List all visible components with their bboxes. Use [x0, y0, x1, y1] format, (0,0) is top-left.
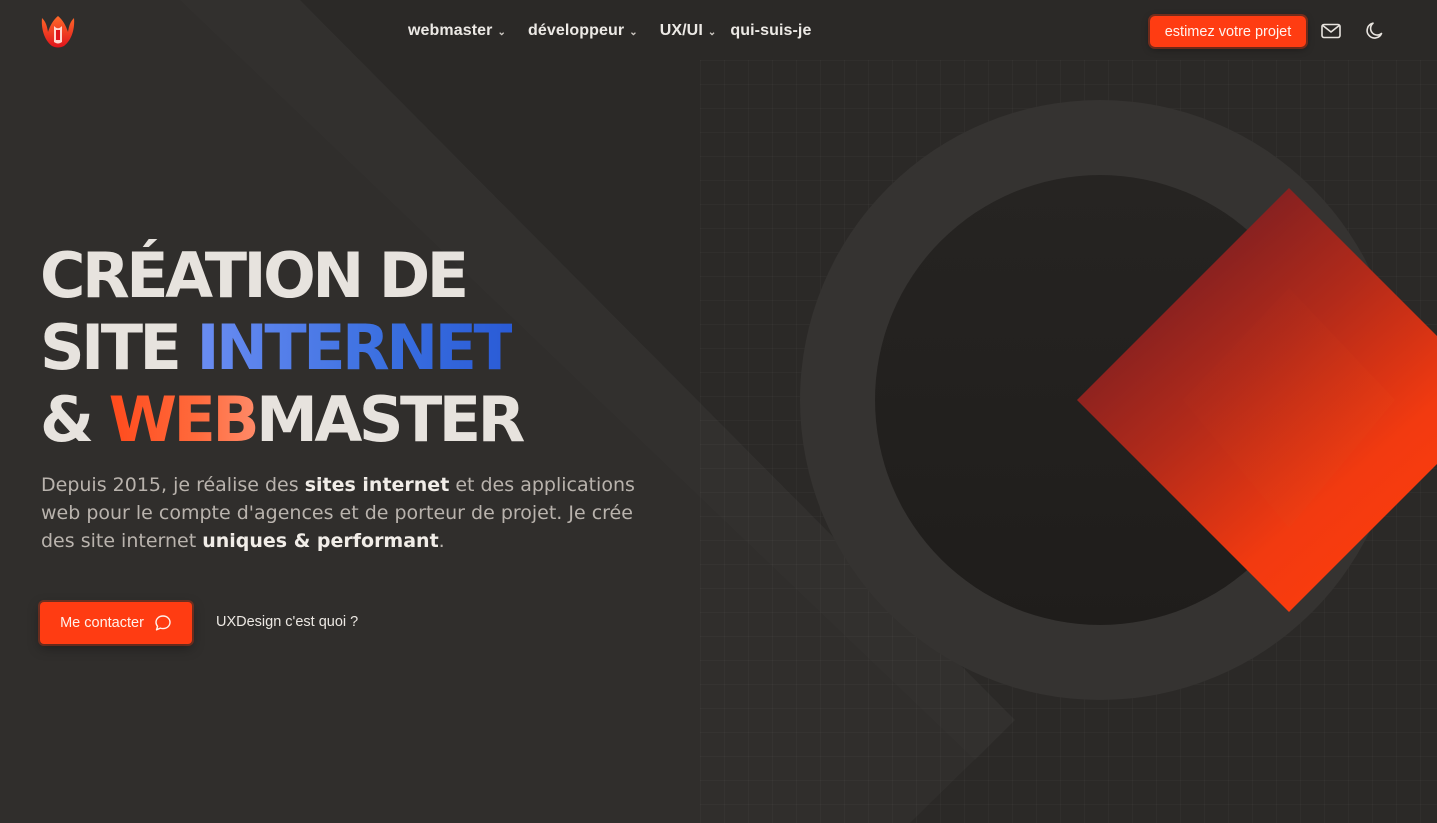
nav-item-webmaster[interactable]: webmaster ⌄ — [408, 22, 506, 40]
hero-title-line-3: & WEBMASTER — [40, 383, 525, 456]
hero-title-line-2: SITE INTERNET — [40, 312, 522, 384]
moon-icon[interactable] — [1364, 20, 1386, 42]
hero-text-part: . — [438, 530, 445, 552]
hero-title-internet: INTERNET — [196, 311, 515, 384]
decor-diamond — [1077, 188, 1437, 612]
w-flame-logo-icon[interactable] — [40, 14, 76, 48]
hero-title-line-1: CRÉATION DE — [40, 239, 469, 312]
contact-button[interactable]: Me contacter — [40, 602, 192, 644]
site-header: webmaster ⌄ développeur ⌄ UX/UI ⌄ qui-su… — [0, 0, 1437, 62]
hero-text-bold: sites internet — [304, 474, 450, 496]
chevron-down-icon: ⌄ — [707, 26, 717, 38]
chevron-down-icon: ⌄ — [497, 26, 506, 38]
hero-title-web: WEB — [108, 383, 260, 456]
ux-design-link[interactable]: UXDesign c'est quoi ? — [216, 614, 358, 630]
nav-item-label: UX/UI — [659, 22, 703, 39]
nav-item-developpeur[interactable]: développeur ⌄ — [528, 22, 638, 40]
hero-title-site: SITE — [40, 311, 197, 384]
nav-item-label: webmaster — [408, 22, 493, 39]
chat-bubble-icon — [155, 615, 171, 631]
estimate-project-button[interactable]: estimez votre projet — [1150, 16, 1306, 47]
hero-text-bold: uniques & performant — [202, 530, 439, 552]
nav-item-label: développeur — [527, 22, 625, 39]
contact-button-label: Me contacter — [60, 615, 144, 631]
estimate-project-label: estimez votre projet — [1164, 23, 1292, 40]
nav-item-label: qui-suis-je — [730, 22, 812, 39]
nav-item-qui-suis-je[interactable]: qui-suis-je — [730, 22, 811, 40]
hero-title-master: MASTER — [256, 383, 525, 456]
hero-title: CRÉATION DE SITE INTERNET & WEBMASTER — [40, 239, 525, 456]
hero-title-ampersand: & — [40, 383, 109, 456]
hero-description: Depuis 2015, je réalise des sites intern… — [41, 471, 651, 555]
page: webmaster ⌄ développeur ⌄ UX/UI ⌄ qui-su… — [0, 0, 1437, 823]
hero-text-part: Depuis 2015, je réalise des — [41, 474, 305, 496]
mail-icon[interactable] — [1320, 20, 1342, 42]
main-nav: webmaster ⌄ développeur ⌄ UX/UI ⌄ qui-su… — [408, 20, 811, 42]
chevron-down-icon: ⌄ — [629, 26, 638, 38]
nav-item-ux-ui[interactable]: UX/UI ⌄ — [660, 22, 717, 40]
